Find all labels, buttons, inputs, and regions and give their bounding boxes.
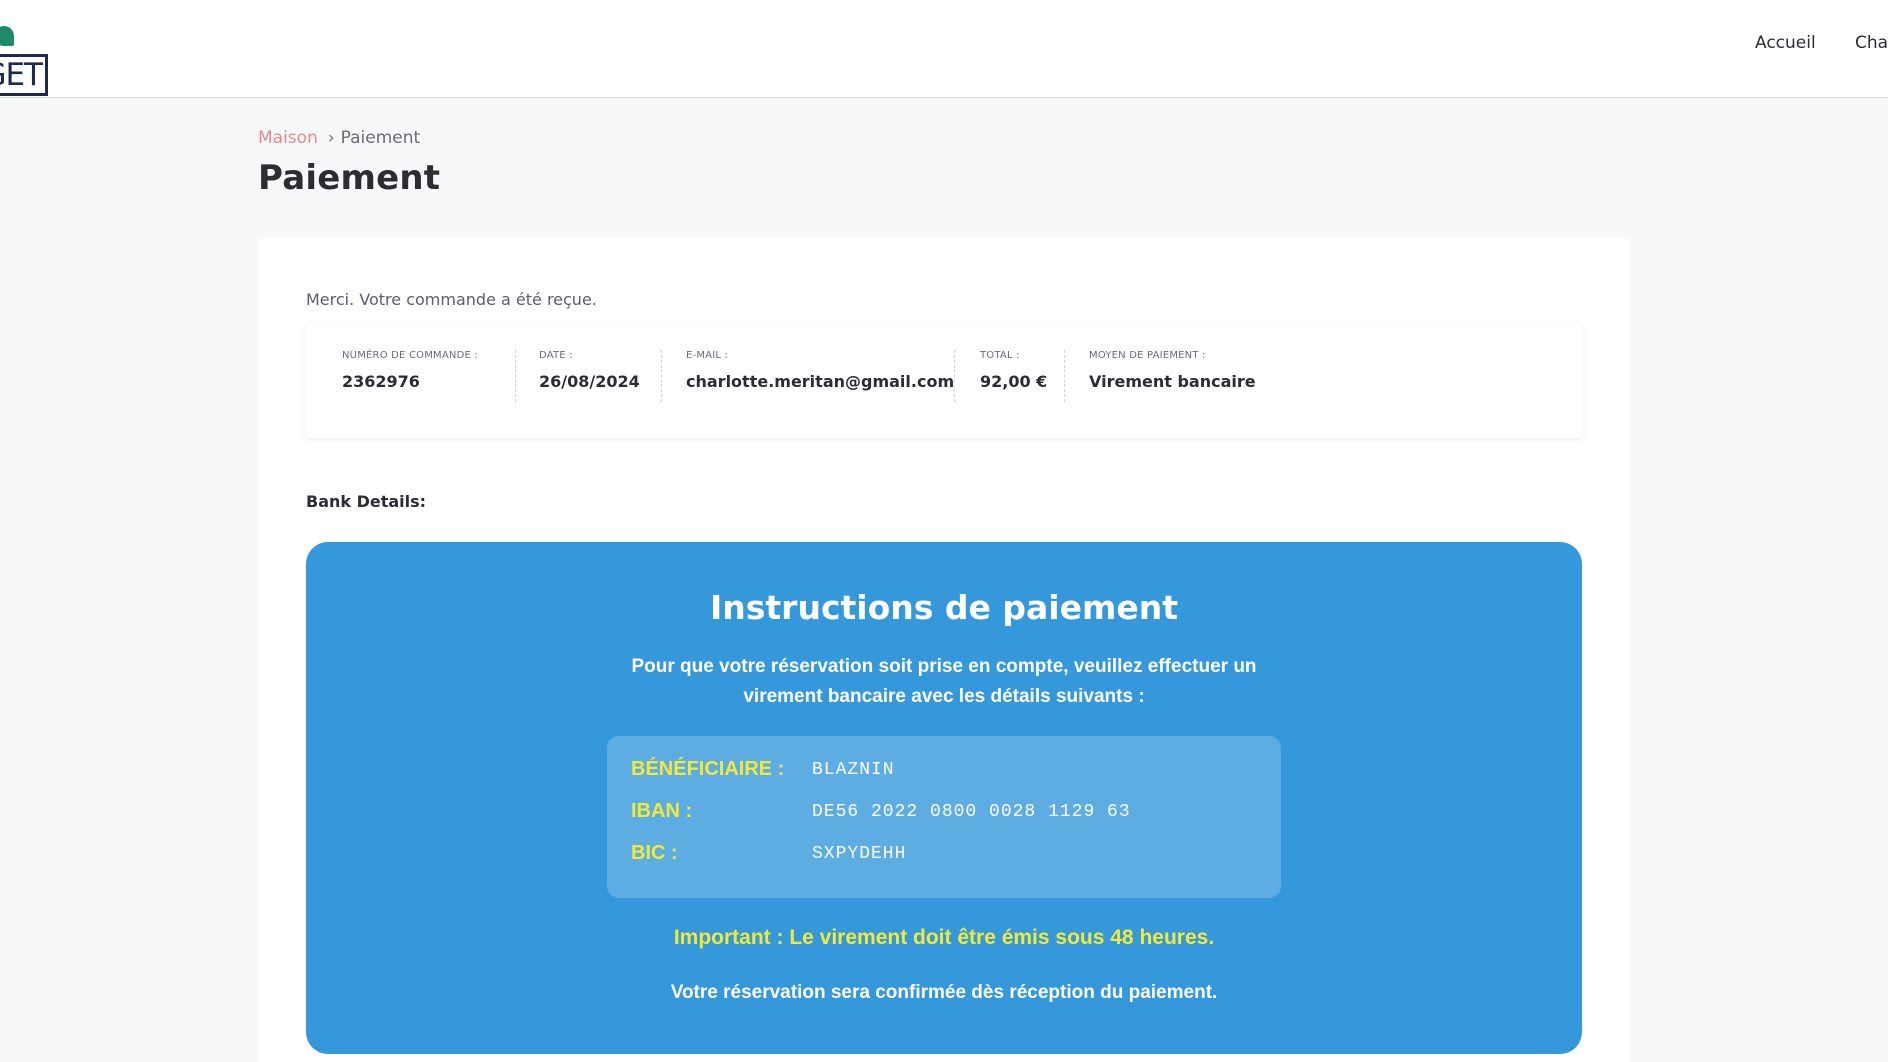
- beneficiary-value: BLAZNIN: [812, 760, 895, 780]
- beneficiary-row: BÉNÉFICIAIRE : BLAZNIN: [631, 758, 1261, 788]
- summary-divider: [661, 350, 662, 402]
- instructions-text: Pour que votre réservation soit prise en…: [631, 656, 1257, 707]
- order-total-field: Total : 92,00 €: [980, 350, 1047, 406]
- order-email-field: E-mail : charlotte.meritan@gmail.com: [686, 350, 954, 406]
- important-notice: Important : Le virement doit être émis s…: [673, 926, 1215, 949]
- order-summary: Numéro de commande : 2362976 Date : 26/0…: [306, 322, 1582, 438]
- order-received-card: Merci. Votre commande a été reçue. Numér…: [258, 238, 1630, 1062]
- top-navigation-bar: GET Accueil Char: [0, 0, 1888, 98]
- page-title: Paiement: [258, 158, 441, 198]
- order-email-value: charlotte.meritan@gmail.com: [686, 372, 955, 391]
- bic-value: SXPYDEHH: [812, 844, 907, 864]
- payment-method-value: Virement bancaire: [1089, 372, 1256, 391]
- logo-leaf-icon: [0, 26, 14, 46]
- summary-divider: [515, 350, 516, 402]
- payment-method-field: Moyen de paiement : Virement bancaire: [1089, 350, 1256, 406]
- payment-instructions-panel: Instructions de paiement Pour que votre …: [306, 542, 1582, 1054]
- order-number-value: 2362976: [342, 372, 420, 391]
- order-email-label: E-mail :: [686, 350, 729, 361]
- bic-label: BIC :: [631, 842, 678, 864]
- beneficiary-label: BÉNÉFICIAIRE :: [631, 758, 785, 780]
- iban-label: IBAN :: [631, 800, 693, 822]
- payment-method-label: Moyen de paiement :: [1089, 350, 1206, 361]
- bic-row: BIC : SXPYDEHH: [631, 842, 1261, 872]
- breadcrumb-current: Paiement: [340, 128, 421, 148]
- order-date-label: Date :: [539, 350, 573, 361]
- bank-details-heading: Bank Details:: [306, 492, 427, 511]
- iban-row: IBAN : DE56 2022 0800 0028 1129 63: [631, 800, 1261, 830]
- site-logo[interactable]: GET: [0, 22, 50, 98]
- iban-value: DE56 2022 0800 0028 1129 63: [812, 802, 1131, 822]
- order-thanks-message: Merci. Votre commande a été reçue.: [306, 290, 597, 309]
- breadcrumb: Maison › Paiement: [258, 128, 420, 148]
- order-total-label: Total :: [980, 350, 1020, 361]
- bank-details-box: BÉNÉFICIAIRE : BLAZNIN IBAN : DE56 2022 …: [607, 736, 1281, 898]
- order-date-value: 26/08/2024: [539, 372, 640, 391]
- confirmation-notice: Votre réservation sera confirmée dès réc…: [670, 982, 1218, 1003]
- logo-text: GET: [0, 54, 48, 96]
- order-number-field: Numéro de commande : 2362976: [342, 350, 478, 406]
- nav-link-accueil[interactable]: Accueil: [1755, 33, 1816, 53]
- order-number-label: Numéro de commande :: [342, 350, 478, 361]
- summary-divider: [1064, 350, 1065, 402]
- nav-link-char[interactable]: Char: [1855, 33, 1888, 53]
- order-date-field: Date : 26/08/2024: [539, 350, 640, 406]
- instructions-title: Instructions de paiement: [709, 588, 1178, 627]
- breadcrumb-separator: ›: [327, 128, 335, 148]
- summary-divider: [954, 350, 955, 402]
- order-total-value: 92,00 €: [980, 372, 1048, 391]
- breadcrumb-home-link[interactable]: Maison: [258, 128, 318, 148]
